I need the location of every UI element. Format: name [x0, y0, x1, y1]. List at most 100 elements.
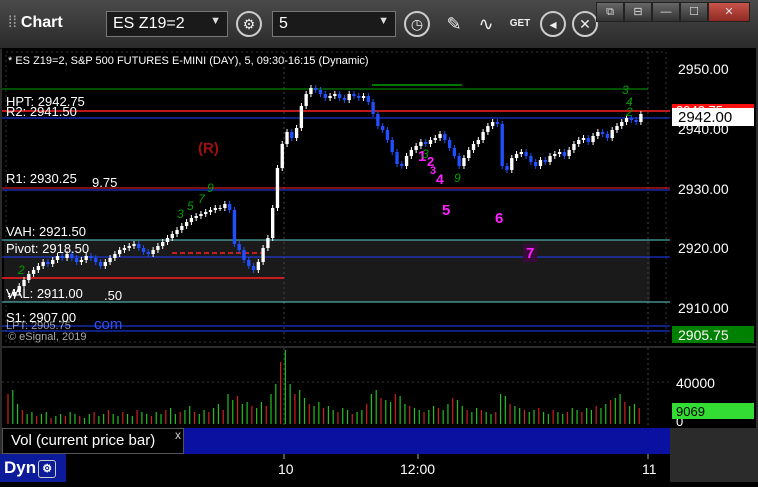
candle-body	[385, 130, 390, 140]
get-button[interactable]: GET	[506, 10, 534, 38]
annotation-6: 6	[495, 210, 503, 227]
toolbar: ⁞⁞ Chart ES Z19=2 ▼ ⚙ 5 ▼ ◷ ✎ ∿ GET ◂ ✕ ⧉…	[0, 0, 758, 49]
candle-body	[524, 152, 528, 156]
candle-body	[352, 94, 356, 96]
tile-icon[interactable]: ⊟	[624, 2, 652, 22]
volume-study-label[interactable]: Vol (current price bar) x	[2, 428, 184, 454]
candle-body	[462, 158, 466, 166]
close-icon[interactable]: x	[175, 428, 181, 442]
td-count-green: 3	[422, 147, 429, 161]
settings-icon[interactable]: ⚙	[38, 459, 57, 478]
candle-body	[227, 204, 232, 210]
annotation-5: 5	[442, 202, 450, 219]
candle-body	[285, 132, 289, 144]
candle-body	[610, 130, 614, 138]
candle-body	[361, 96, 366, 98]
candle-body	[251, 266, 256, 270]
candle-body	[170, 234, 174, 238]
td-count-green: 3	[622, 83, 629, 97]
candle-body	[519, 152, 524, 154]
candle-body	[467, 150, 471, 158]
symbol-input[interactable]: ES Z19=2 ▼	[106, 11, 228, 37]
candle-body	[280, 144, 284, 168]
value-area	[4, 240, 650, 302]
candle-body	[390, 140, 394, 152]
td-count-green: 5	[187, 199, 194, 213]
dyn-button[interactable]: Dyn ⚙	[0, 454, 66, 482]
chart-window: ⁞⁞ Chart ES Z19=2 ▼ ⚙ 5 ▼ ◷ ✎ ∿ GET ◂ ✕ ⧉…	[0, 0, 758, 482]
grip-icon[interactable]: ⁞⁞	[8, 14, 17, 31]
maximize-icon[interactable]: ☐	[680, 2, 708, 22]
pencil-icon[interactable]: ✎	[440, 10, 468, 38]
clock-icon[interactable]: ◷	[404, 11, 430, 37]
candle-body	[596, 132, 600, 136]
volume-chart[interactable]	[2, 348, 670, 428]
volume-axis: 40000 0 9069	[670, 348, 756, 429]
candle-body	[495, 122, 500, 124]
close-icon[interactable]: ✕	[708, 2, 750, 22]
candle-body	[404, 156, 409, 166]
candle-body	[557, 152, 562, 154]
restore-icon[interactable]: ⧉	[596, 2, 624, 22]
candle-body	[481, 132, 485, 140]
candle-body	[218, 208, 222, 209]
candle-body	[505, 166, 509, 170]
level-label-pivot: Pivot: 2918.50	[6, 241, 89, 256]
interval-input[interactable]: 5 ▼	[272, 11, 396, 37]
candle-body	[55, 256, 60, 260]
chevron-down-icon[interactable]: ▼	[210, 15, 221, 27]
close-circle-icon[interactable]: ✕	[572, 11, 598, 37]
candle-body	[328, 96, 332, 98]
candle-body	[156, 246, 160, 250]
candle-body	[299, 106, 304, 128]
candle-body	[639, 114, 643, 122]
gear-icon[interactable]: ⚙	[236, 11, 262, 37]
cursor-icon[interactable]: ◂	[540, 11, 566, 37]
candle-body	[223, 204, 227, 208]
candle-body	[476, 140, 480, 144]
price-tick: 2910.00	[678, 300, 729, 316]
candle-body	[304, 94, 308, 106]
candle-body	[577, 140, 581, 144]
chart-header: * ES Z19=2, S&P 500 FUTURES E-MINI (DAY)…	[8, 55, 369, 67]
candle-body	[376, 114, 380, 126]
annotation-4: 4	[436, 171, 444, 187]
time-axis[interactable]: 10 12:00 11	[2, 454, 670, 482]
price-chart[interactable]: (R) 1 2 3 4 5 6 7 3 5 7 9 3 9 4 3 2 2 HP…	[2, 48, 670, 346]
candle-body	[586, 138, 590, 142]
td-count-green: 3	[177, 207, 184, 221]
candle-body	[213, 208, 217, 210]
candle-body	[103, 262, 107, 266]
candle-body	[184, 222, 189, 226]
candle-body	[600, 132, 605, 134]
level-label-val: VAL: 2911.00	[6, 286, 83, 301]
study-icon[interactable]: ∿	[472, 10, 500, 38]
chevron-down-icon[interactable]: ▼	[378, 15, 389, 27]
candle-body	[89, 256, 93, 258]
candle-body	[314, 88, 318, 90]
candle-body	[141, 248, 146, 252]
vol-tick: 40000	[676, 375, 715, 391]
candle-body	[591, 136, 595, 142]
candle-body	[127, 246, 131, 248]
level-label-vah: VAH: 2921.50	[6, 224, 86, 239]
candle-body	[438, 134, 442, 138]
level-label-val-alt: .50	[104, 288, 122, 303]
candle-body	[620, 122, 624, 126]
com-text: com	[94, 316, 122, 333]
candle-body	[424, 142, 428, 144]
candle-body	[290, 132, 294, 138]
annotation-r: (R)	[198, 140, 219, 157]
candle-body	[261, 248, 265, 262]
candle-body	[318, 90, 323, 94]
minimize-icon[interactable]: —	[652, 2, 680, 22]
candle-body	[232, 210, 237, 244]
candle-body	[409, 150, 414, 156]
candle-body	[514, 154, 519, 158]
candle-body	[342, 98, 347, 100]
time-axis-svg: 10 12:00 11	[278, 454, 657, 477]
volume-chart-svg	[2, 348, 670, 428]
candle-body	[208, 210, 213, 212]
price-axis[interactable]: 2950.00 2940.00 2930.00 2920.00 2910.00 …	[670, 48, 756, 346]
candle-body	[256, 262, 261, 270]
